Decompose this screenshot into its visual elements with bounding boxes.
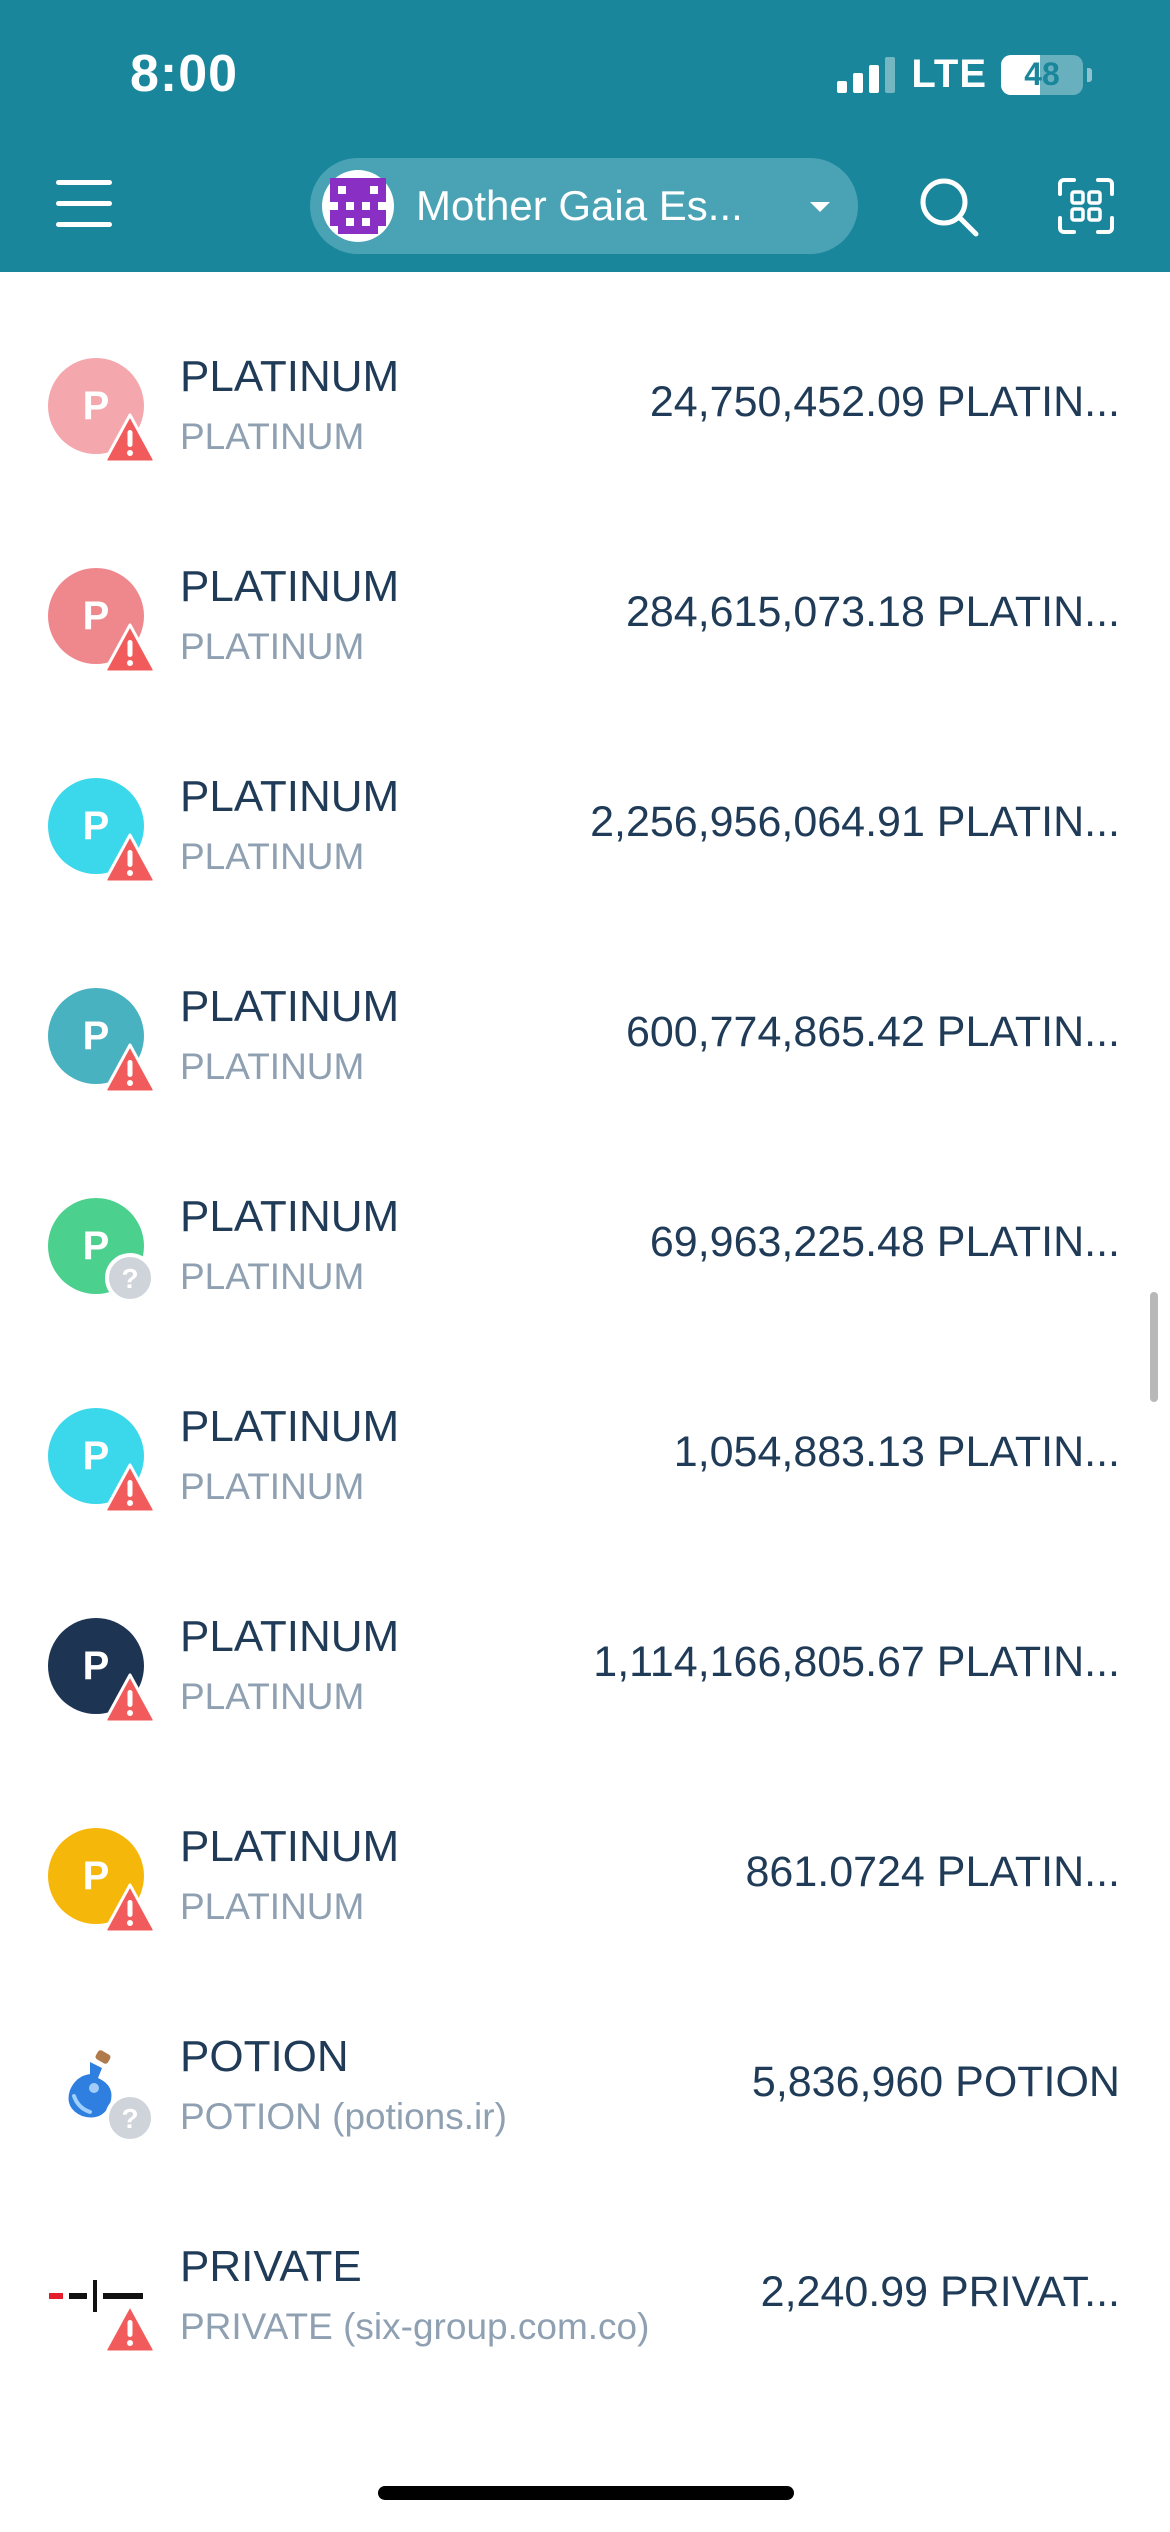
battery-percent: 48 bbox=[1024, 56, 1060, 92]
token-amount: 600,774,865.42 PLATIN... bbox=[625, 1008, 1120, 1056]
warning-icon bbox=[104, 1463, 156, 1514]
token-row[interactable]: P PLATINUM PLATINUM 24,750,452.09 PLATIN... bbox=[0, 272, 1170, 482]
token-subtitle: POTION (potions.ir) bbox=[180, 2096, 507, 2137]
token-amount: 24,750,452.09 PLATIN... bbox=[649, 378, 1120, 426]
token-subtitle: PLATINUM bbox=[180, 836, 365, 877]
token-amount: 1,114,166,805.67 PLATIN... bbox=[593, 1638, 1120, 1686]
token-amount: 2,256,956,064.91 PLATIN... bbox=[590, 798, 1120, 846]
token-subtitle: PLATINUM bbox=[180, 626, 365, 667]
token-status-badge bbox=[104, 1462, 156, 1514]
token-row[interactable]: P PLATINUM PLATINUM 1,054,883.13 PLATIN... bbox=[0, 1322, 1170, 1532]
token-row[interactable]: P PLATINUM PLATINUM 600,774,865.42 PLATIN..… bbox=[0, 902, 1170, 1112]
token-subtitle: PLATINUM bbox=[180, 1676, 365, 1717]
token-name: PLATINUM bbox=[180, 1402, 400, 1451]
token-status-badge: ? bbox=[104, 1252, 156, 1304]
token-subtitle: PLATINUM bbox=[180, 1886, 365, 1927]
token-subtitle: PLATINUM bbox=[180, 416, 365, 457]
battery-icon: 48 bbox=[1001, 54, 1083, 95]
signal-icon bbox=[837, 56, 896, 93]
token-row[interactable]: P PLATINUM PLATINUM 284,615,073.18 PLATIN..… bbox=[0, 482, 1170, 692]
qr-scan-icon[interactable] bbox=[1056, 176, 1116, 236]
token-row[interactable]: PRIVATE PRIVATE (six-group.com.co) 2,240.9… bbox=[0, 2162, 1170, 2372]
warning-icon bbox=[104, 1673, 156, 1724]
token-name: POTION bbox=[180, 2032, 349, 2081]
network-label: LTE bbox=[911, 52, 987, 96]
svg-text:?: ? bbox=[121, 1263, 138, 1294]
token-amount: 5,836,960 POTION bbox=[751, 2058, 1120, 2106]
token-name: PLATINUM bbox=[180, 562, 400, 611]
token-amount: 2,240.99 PRIVAT... bbox=[760, 2268, 1120, 2316]
warning-icon bbox=[104, 623, 156, 674]
question-icon: ? bbox=[105, 2093, 155, 2143]
token-row[interactable]: P PLATINUM PLATINUM 1,114,166,805.67 PLATIN… bbox=[0, 1532, 1170, 1742]
account-avatar bbox=[322, 170, 394, 242]
token-name: PLATINUM bbox=[180, 1822, 400, 1871]
app-header: 8:00 LTE 48 Mother Gaia Es... bbox=[0, 0, 1170, 272]
token-subtitle: PLATINUM bbox=[180, 1256, 365, 1297]
token-status-badge bbox=[104, 2302, 156, 2354]
token-name: PLATINUM bbox=[180, 982, 400, 1031]
search-icon[interactable] bbox=[918, 176, 980, 238]
svg-text:?: ? bbox=[121, 2103, 138, 2134]
token-name: PLATINUM bbox=[180, 1612, 400, 1661]
question-icon: ? bbox=[105, 1253, 155, 1303]
token-name: PRIVATE bbox=[180, 2242, 362, 2291]
home-indicator[interactable] bbox=[378, 2486, 794, 2500]
account-name: Mother Gaia Es... bbox=[416, 182, 743, 229]
warning-icon bbox=[104, 2303, 156, 2354]
status-time: 8:00 bbox=[130, 45, 239, 103]
token-subtitle: PLATINUM bbox=[180, 1046, 365, 1087]
token-amount: 69,963,225.48 PLATIN... bbox=[649, 1218, 1120, 1266]
token-status-badge bbox=[104, 1882, 156, 1934]
menu-icon[interactable] bbox=[54, 178, 114, 230]
token-name: PLATINUM bbox=[180, 1192, 400, 1241]
token-subtitle: PRIVATE (six-group.com.co) bbox=[180, 2306, 650, 2347]
token-row[interactable]: P PLATINUM PLATINUM 861.0724 PLATIN... bbox=[0, 1742, 1170, 1952]
token-status-badge bbox=[104, 1042, 156, 1094]
account-selector[interactable]: Mother Gaia Es... bbox=[310, 158, 858, 254]
pixel-avatar-icon bbox=[330, 178, 386, 234]
warning-icon bbox=[104, 833, 156, 884]
token-subtitle: PLATINUM bbox=[180, 1466, 365, 1507]
token-row[interactable]: ? POTION POTION (potions.ir) 5,836,960 POTI… bbox=[0, 1952, 1170, 2162]
token-name: PLATINUM bbox=[180, 772, 400, 821]
battery-tip bbox=[1087, 67, 1092, 82]
status-icons: LTE 48 bbox=[835, 52, 1092, 97]
warning-icon bbox=[104, 1883, 156, 1934]
token-status-badge bbox=[104, 412, 156, 464]
token-status-badge bbox=[104, 1672, 156, 1724]
token-amount: 284,615,073.18 PLATIN... bbox=[625, 588, 1120, 636]
token-list: P PLATINUM PLATINUM 24,750,452.09 PLATIN...… bbox=[0, 272, 1170, 2372]
token-status-badge bbox=[104, 832, 156, 884]
token-amount: 861.0724 PLATIN... bbox=[745, 1848, 1121, 1896]
warning-icon bbox=[104, 413, 156, 464]
token-name: PLATINUM bbox=[180, 352, 400, 401]
token-amount: 1,054,883.13 PLATIN... bbox=[673, 1428, 1120, 1476]
chevron-down-icon bbox=[810, 202, 830, 212]
warning-icon bbox=[104, 1043, 156, 1094]
token-row[interactable]: P PLATINUM PLATINUM 2,256,956,064.91 PLATIN… bbox=[0, 692, 1170, 902]
token-status-badge: ? bbox=[104, 2092, 156, 2144]
token-status-badge bbox=[104, 622, 156, 674]
scroll-indicator[interactable] bbox=[1150, 1292, 1158, 1402]
token-row[interactable]: P? PLATINUM PLATINUM 69,963,225.48 PLATIN..… bbox=[0, 1112, 1170, 1322]
